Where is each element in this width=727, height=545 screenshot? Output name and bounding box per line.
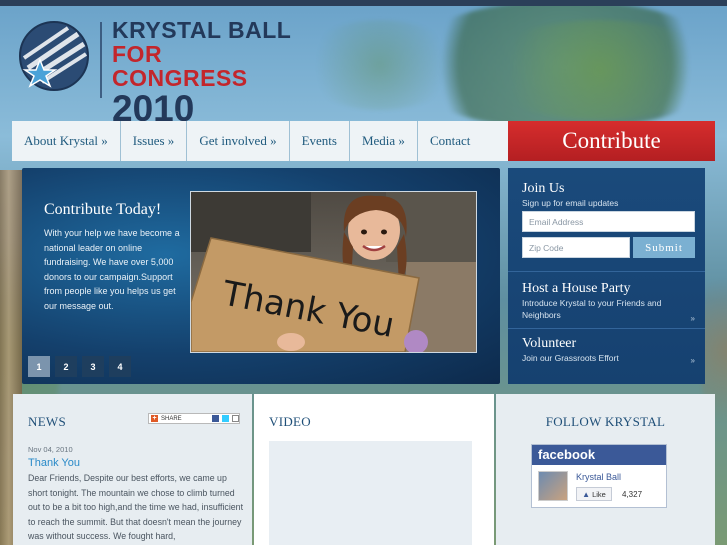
logo-divider: [100, 22, 102, 98]
submit-button[interactable]: Submit: [633, 237, 695, 258]
facebook-like-count: 4,327: [622, 490, 643, 499]
facebook-logo: facebook: [532, 445, 666, 465]
thank-you-photo-illustration: Thank You: [191, 192, 476, 352]
house-party-link[interactable]: Host a House Party Introduce Krystal to …: [508, 281, 705, 327]
main-navigation: About Krystal » Issues » Get involved » …: [12, 121, 715, 161]
facebook-icon: [212, 415, 219, 422]
pager-button-3[interactable]: 3: [82, 356, 104, 377]
email-field[interactable]: Email Address: [522, 211, 695, 232]
avatar[interactable]: [538, 471, 568, 501]
campaign-logo[interactable]: KRYSTAL BALL FOR CONGRESS 2010: [18, 18, 300, 128]
share-button[interactable]: + SHARE: [148, 413, 240, 424]
news-heading: NEWS: [28, 414, 67, 429]
volunteer-subtext: Join our Grassroots Effort: [522, 353, 619, 363]
email-icon: [232, 415, 239, 422]
nav-item-events[interactable]: Events: [290, 121, 350, 161]
star-emblem-icon: [19, 21, 89, 91]
slider-pager: 1 2 3 4: [28, 356, 131, 377]
nav-items: About Krystal » Issues » Get involved » …: [12, 121, 508, 161]
top-strip: [0, 0, 727, 6]
video-heading: VIDEO: [269, 414, 311, 429]
logo-office: FOR CONGRESS: [112, 41, 248, 91]
action-sidebar: Join Us Sign up for email updates Email …: [508, 168, 705, 384]
chevron-right-icon: »: [690, 314, 695, 323]
like-label: Like: [592, 489, 606, 499]
news-date: Nov 04, 2010: [28, 445, 73, 454]
video-player[interactable]: [269, 441, 472, 545]
share-label: SHARE: [161, 415, 182, 422]
logo-name: KRYSTAL BALL: [112, 17, 292, 43]
volunteer-link[interactable]: Volunteer Join our Grassroots Effort »: [508, 336, 705, 376]
promo-photo[interactable]: Thank You: [190, 191, 477, 353]
logo-wordmark: KRYSTAL BALL FOR CONGRESS 2010: [112, 18, 300, 128]
promo-slider: Contribute Today! With your help we have…: [22, 168, 500, 384]
contribute-button[interactable]: Contribute: [508, 121, 715, 161]
pager-button-4[interactable]: 4: [109, 356, 131, 377]
zip-code-field[interactable]: Zip Code: [522, 237, 630, 258]
promo-body: With your help we have become a national…: [44, 228, 180, 311]
thumbs-up-icon: ▲: [582, 489, 591, 499]
nav-item-issues[interactable]: Issues »: [121, 121, 188, 161]
join-us-section: Join Us Sign up for email updates: [508, 181, 705, 209]
nav-item-about[interactable]: About Krystal »: [12, 121, 121, 161]
pager-button-2[interactable]: 2: [55, 356, 77, 377]
follow-heading: FOLLOW KRYSTAL: [545, 414, 666, 429]
join-us-subtext: Sign up for email updates: [522, 198, 619, 208]
facebook-like-box: facebook Krystal Ball ▲ Like 4,327: [531, 444, 667, 508]
facebook-like-button[interactable]: ▲ Like: [576, 487, 612, 501]
nav-item-contact[interactable]: Contact: [418, 121, 482, 161]
sidebar-divider: [508, 271, 705, 272]
news-column: NEWS + SHARE Nov 04, 2010 Thank You Dear…: [13, 394, 252, 545]
nav-item-media[interactable]: Media »: [350, 121, 418, 161]
promo-title: Contribute Today!: [44, 201, 162, 218]
chevron-right-icon: »: [690, 356, 695, 365]
join-us-heading: Join Us: [522, 181, 565, 196]
volunteer-heading: Volunteer: [522, 336, 577, 351]
plus-icon: +: [151, 415, 158, 422]
follow-column: FOLLOW KRYSTAL facebook Krystal Ball ▲ L…: [496, 394, 715, 545]
sidebar-divider: [508, 328, 705, 329]
news-body: Dear Friends, Despite our best efforts, …: [28, 473, 244, 542]
facebook-page-name[interactable]: Krystal Ball: [576, 472, 621, 482]
pager-button-1[interactable]: 1: [28, 356, 50, 377]
house-party-heading: Host a House Party: [522, 281, 631, 296]
twitter-icon: [222, 415, 229, 422]
video-column: VIDEO: [254, 394, 494, 545]
nav-item-get-involved[interactable]: Get involved »: [187, 121, 290, 161]
house-party-subtext: Introduce Krystal to your Friends and Ne…: [522, 298, 662, 320]
news-title-link[interactable]: Thank You: [28, 457, 80, 469]
